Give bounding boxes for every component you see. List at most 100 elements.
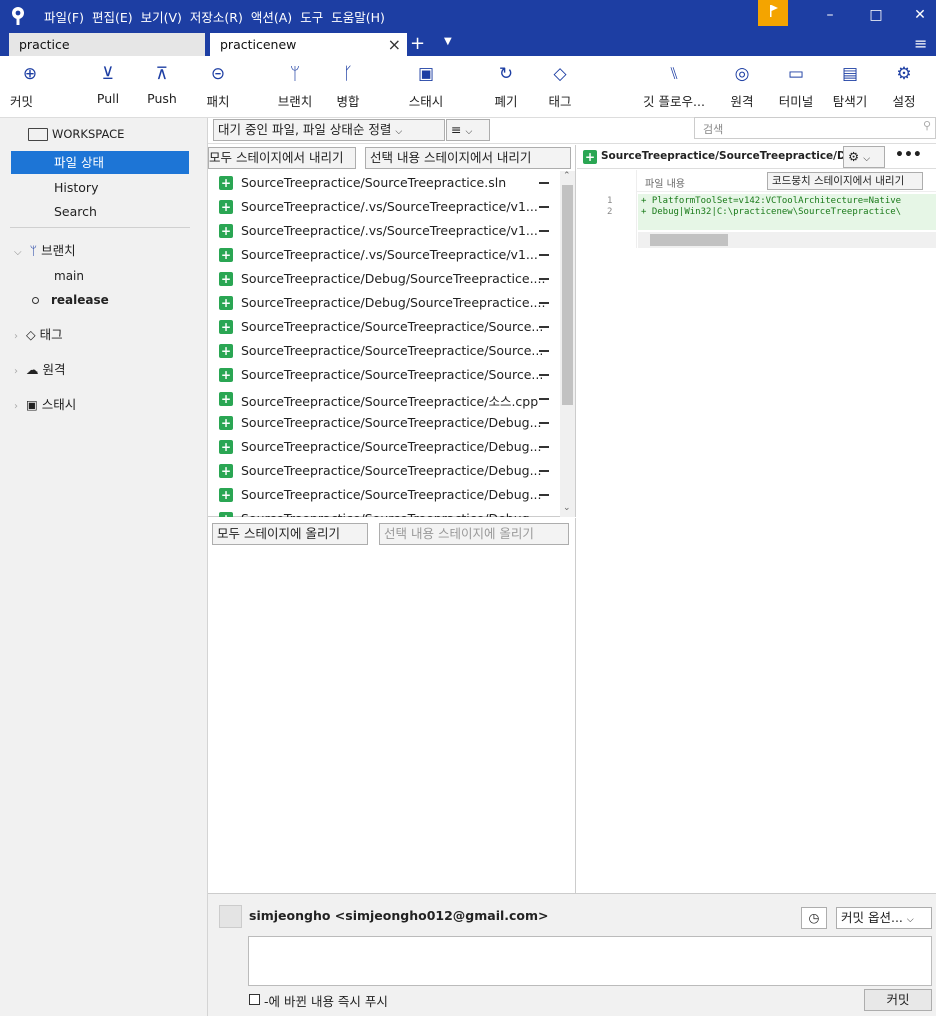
staged-file-row[interactable]: + SourceTreepractice/.vs/SourceTreepracti… (208, 219, 558, 243)
tag-button[interactable]: ◇ 태그 (540, 62, 580, 110)
sidebar-section-stashes[interactable]: › ▣ 스태시 (14, 394, 76, 413)
sort-dropdown[interactable]: 대기 중인 파일, 파일 상태순 정렬 ⌵ (213, 119, 445, 141)
sidebar-section-branches[interactable]: ⌵ ᛘ 브랜치 (14, 240, 76, 259)
staged-file-row[interactable]: + SourceTreepractice/SourceTreepractice/D… (208, 459, 558, 483)
unstage-file-icon[interactable] (539, 302, 549, 304)
unstage-file-icon[interactable] (539, 374, 549, 376)
file-path: SourceTreepractice/SourceTreepractice/So… (241, 343, 544, 358)
unstage-file-icon[interactable] (539, 206, 549, 208)
scroll-up-icon[interactable]: ⌃ (563, 171, 571, 181)
unstage-file-icon[interactable] (539, 254, 549, 256)
patch-button[interactable]: ⊝ 패치 (198, 62, 238, 110)
discard-icon: ↻ (498, 64, 514, 84)
added-file-icon: + (219, 248, 233, 262)
unstage-hunk-button[interactable]: 코드뭉치 스테이지에서 내리기 (767, 172, 923, 190)
staged-file-row[interactable]: + SourceTreepractice/SourceTreepractice/S… (208, 315, 558, 339)
explorer-button[interactable]: ▤ 탐색기 (826, 62, 874, 110)
unstage-file-icon[interactable] (539, 398, 549, 400)
menu-tools[interactable]: 도구 (300, 7, 323, 26)
unstage-selected-button[interactable]: 선택 내용 스테이지에서 내리기 (365, 147, 571, 169)
staged-file-row[interactable]: + SourceTreepractice/SourceTreepractice/D… (208, 411, 558, 435)
staged-file-row[interactable]: + SourceTreepractice/SourceTreepractice/S… (208, 363, 558, 387)
unstage-file-icon[interactable] (539, 446, 549, 448)
unstage-file-icon[interactable] (539, 350, 549, 352)
close-tab-icon[interactable]: × (388, 35, 401, 54)
file-path: SourceTreepractice/Debug/SourceTreepract… (241, 271, 546, 286)
branch-button[interactable]: ᛘ 브랜치 (272, 62, 318, 110)
merge-button[interactable]: ᚴ 병합 (328, 62, 368, 110)
more-options-icon[interactable]: ••• (895, 147, 922, 163)
staged-file-row[interactable]: + SourceTreepractice/Debug/SourceTreeprac… (208, 291, 558, 315)
diff-horizontal-scrollbar[interactable] (638, 232, 936, 248)
settings-button[interactable]: ⚙ 설정 (884, 62, 924, 110)
unstage-file-icon[interactable] (539, 422, 549, 424)
maximize-button[interactable]: □ (862, 4, 890, 26)
search-input[interactable]: 검색 ⚲ (694, 117, 936, 139)
pull-button[interactable]: ⊻ Pull (88, 62, 128, 106)
sidebar-item-branch-main[interactable]: main (54, 269, 84, 283)
staged-file-row[interactable]: + SourceTreepractice/Debug/SourceTreeprac… (208, 267, 558, 291)
menu-actions[interactable]: 액션(A) (251, 7, 292, 26)
staged-file-row[interactable]: + SourceTreepractice/SourceTreepractice/D… (208, 435, 558, 459)
sidebar-section-tags[interactable]: › ◇ 태그 (14, 324, 63, 343)
hamburger-menu-icon[interactable]: ≡ (914, 34, 927, 53)
staged-file-row[interactable]: + SourceTreepractice/.vs/SourceTreepracti… (208, 195, 558, 219)
tab-practice[interactable]: practice (9, 33, 205, 56)
staged-file-row[interactable]: + SourceTreepractice/SourceTreepractice.s… (208, 171, 558, 195)
new-tab-button[interactable]: + (410, 33, 425, 54)
sidebar-section-remotes[interactable]: › ☁ 원격 (14, 359, 66, 378)
tab-dropdown-icon[interactable]: ▼ (444, 36, 452, 47)
scrollbar-thumb[interactable] (562, 185, 573, 405)
unstage-file-icon[interactable] (539, 494, 549, 496)
sidebar-item-search[interactable]: Search (54, 204, 97, 219)
staged-file-row[interactable]: + SourceTreepractice/SourceTreepractice/D… (208, 507, 558, 517)
menu-edit[interactable]: 편집(E) (92, 7, 133, 26)
unstage-file-icon[interactable] (539, 182, 549, 184)
diff-options-button[interactable]: ⚙ ⌵ (843, 146, 885, 168)
remote-button[interactable]: ◎ 원격 (722, 62, 762, 110)
tab-practicenew[interactable]: practicenew × (210, 33, 407, 56)
discard-button[interactable]: ↻ 폐기 (486, 62, 526, 110)
avatar (219, 905, 242, 928)
staged-file-row[interactable]: + SourceTreepractice/.vs/SourceTreepracti… (208, 243, 558, 267)
unstage-file-icon[interactable] (539, 278, 549, 280)
menu-repository[interactable]: 저장소(R) (190, 7, 243, 26)
menu-help[interactable]: 도움말(H) (331, 7, 385, 26)
push-immediately-checkbox[interactable] (249, 994, 260, 1005)
git-flow-button[interactable]: ⑊ 깃 플로우... (636, 62, 712, 110)
menu-view[interactable]: 보기(V) (141, 7, 182, 26)
push-button[interactable]: ⊼ Push (142, 62, 182, 106)
sidebar-item-branch-realease[interactable]: realease (32, 293, 109, 307)
scrollbar-thumb[interactable] (650, 234, 728, 246)
minimize-button[interactable]: – (816, 4, 844, 26)
commit-message-input[interactable] (248, 936, 932, 986)
staged-file-row[interactable]: + SourceTreepractice/SourceTreepractice/S… (208, 339, 558, 363)
stash-button[interactable]: ▣ 스태시 (400, 62, 452, 110)
chevron-right-icon: › (14, 401, 18, 412)
staged-file-row[interactable]: + SourceTreepractice/SourceTreepractice/D… (208, 483, 558, 507)
staged-file-row[interactable]: + SourceTreepractice/SourceTreepractice/소… (208, 387, 558, 411)
unstage-file-icon[interactable] (539, 230, 549, 232)
stage-selected-button[interactable]: 선택 내용 스테이지에 올리기 (379, 523, 569, 545)
menu-file[interactable]: 파일(F) (44, 7, 84, 26)
close-window-button[interactable]: ✕ (906, 4, 934, 26)
commit-button[interactable]: 커밋 (864, 989, 932, 1011)
stage-all-button[interactable]: 모두 스테이지에 올리기 (212, 523, 368, 545)
chevron-down-icon: ⌵ (863, 154, 871, 164)
sidebar-item-file-status[interactable]: 파일 상태 (11, 151, 189, 174)
unstage-all-button[interactable]: 모두 스테이지에서 내리기 (208, 147, 356, 169)
sidebar-item-history[interactable]: History (54, 180, 98, 195)
notification-flag-button[interactable] (758, 0, 788, 26)
view-options-dropdown[interactable]: ≡ ⌵ (446, 119, 490, 141)
terminal-button[interactable]: ▭ 터미널 (772, 62, 820, 110)
scroll-down-icon[interactable]: ⌄ (563, 503, 571, 513)
commit-button[interactable]: ⊕ 커밋 (10, 62, 50, 110)
commit-options-dropdown[interactable]: 커밋 옵션... ⌵ (836, 907, 932, 929)
tag-icon: ◇ (553, 64, 567, 84)
unstage-file-icon[interactable] (539, 470, 549, 472)
staged-scrollbar[interactable]: ⌃ ⌄ (560, 171, 575, 517)
added-file-icon: + (219, 296, 233, 310)
history-clock-button[interactable]: ◷ (801, 907, 827, 929)
sourcetree-logo (12, 7, 24, 25)
unstage-file-icon[interactable] (539, 326, 549, 328)
